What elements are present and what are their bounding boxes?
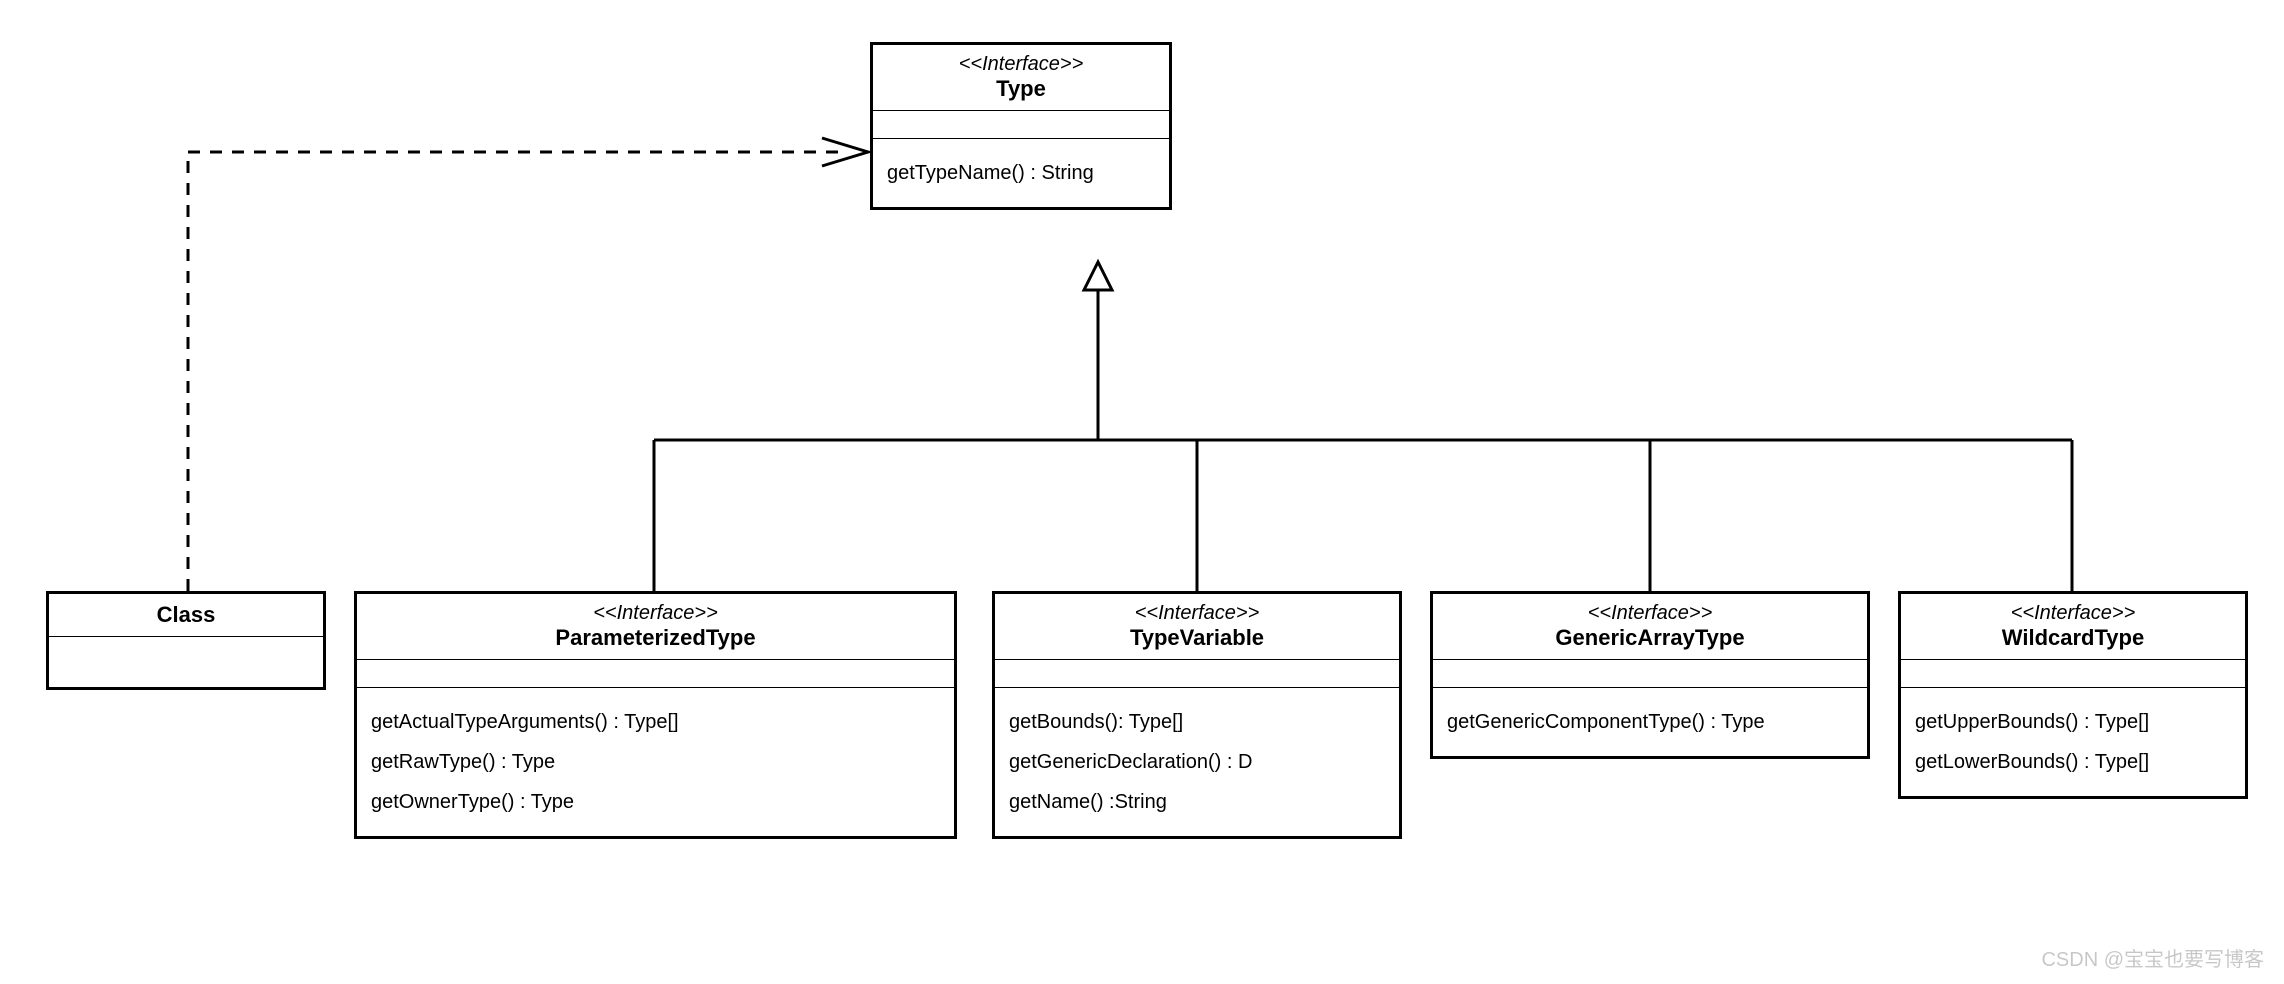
uml-header: Class <box>49 594 323 637</box>
uml-header: <<Interface>> TypeVariable <box>995 594 1399 660</box>
method-row: getLowerBounds() : Type[] <box>1915 742 2231 782</box>
method-row: getGenericComponentType() : Type <box>1447 702 1853 742</box>
uml-attributes <box>1433 660 1867 688</box>
uml-attributes <box>995 660 1399 688</box>
method-row: getOwnerType() : Type <box>371 782 940 822</box>
uml-header: <<Interface>> ParameterizedType <box>357 594 954 660</box>
class-name: ParameterizedType <box>369 625 942 651</box>
uml-header: <<Interface>> GenericArrayType <box>1433 594 1867 660</box>
stereotype-label: <<Interface>> <box>1007 602 1387 625</box>
stereotype-label: <<Interface>> <box>1445 602 1855 625</box>
generalization-arrowhead-icon <box>1084 262 1112 290</box>
realization-arrowhead-icon <box>822 138 868 166</box>
uml-body <box>49 637 323 687</box>
uml-methods: getBounds(): Type[] getGenericDeclaratio… <box>995 688 1399 836</box>
uml-interface-typevariable: <<Interface>> TypeVariable getBounds(): … <box>992 591 1402 839</box>
method-row: getTypeName() : String <box>887 153 1155 193</box>
method-row: getBounds(): Type[] <box>1009 702 1385 742</box>
uml-interface-wildcardtype: <<Interface>> WildcardType getUpperBound… <box>1898 591 2248 799</box>
method-row: getName() :String <box>1009 782 1385 822</box>
method-row: getRawType() : Type <box>371 742 940 782</box>
uml-class-class: Class <box>46 591 326 690</box>
uml-methods: getUpperBounds() : Type[] getLowerBounds… <box>1901 688 2245 796</box>
stereotype-label: <<Interface>> <box>369 602 942 625</box>
uml-methods: getTypeName() : String <box>873 139 1169 207</box>
uml-attributes <box>873 111 1169 139</box>
class-name: TypeVariable <box>1007 625 1387 651</box>
class-name: Type <box>885 76 1157 102</box>
uml-methods: getActualTypeArguments() : Type[] getRaw… <box>357 688 954 836</box>
uml-methods: getGenericComponentType() : Type <box>1433 688 1867 756</box>
uml-header: <<Interface>> Type <box>873 45 1169 111</box>
class-name: WildcardType <box>1913 625 2233 651</box>
stereotype-label: <<Interface>> <box>1913 602 2233 625</box>
uml-attributes <box>1901 660 2245 688</box>
uml-header: <<Interface>> WildcardType <box>1901 594 2245 660</box>
stereotype-label: <<Interface>> <box>885 53 1157 76</box>
uml-interface-genericarraytype: <<Interface>> GenericArrayType getGeneri… <box>1430 591 1870 759</box>
uml-attributes <box>357 660 954 688</box>
method-row: getActualTypeArguments() : Type[] <box>371 702 940 742</box>
uml-interface-parameterizedtype: <<Interface>> ParameterizedType getActua… <box>354 591 957 839</box>
class-name: Class <box>61 602 311 628</box>
method-row: getGenericDeclaration() : D <box>1009 742 1385 782</box>
uml-interface-type: <<Interface>> Type getTypeName() : Strin… <box>870 42 1172 210</box>
watermark-text: CSDN @宝宝也要写博客 <box>2041 943 2264 972</box>
class-name: GenericArrayType <box>1445 625 1855 651</box>
method-row: getUpperBounds() : Type[] <box>1915 702 2231 742</box>
